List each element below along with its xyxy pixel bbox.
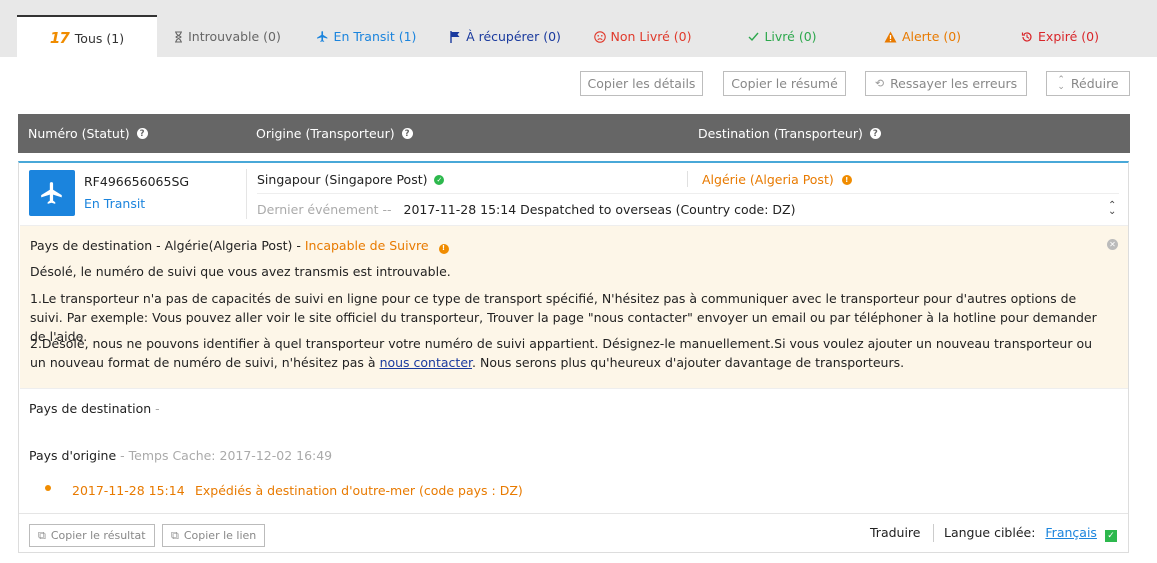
sad-face-icon	[593, 30, 606, 43]
last-event-text: 2017-11-28 15:14 Despatched to overseas …	[403, 202, 796, 217]
tab-expired-label: Expiré (0)	[1038, 29, 1099, 44]
copy-link-label: Copier le lien	[183, 529, 257, 542]
last-event-label: Dernier événement --	[257, 202, 392, 217]
header-destination-label: Destination (Transporteur)	[698, 126, 863, 141]
copy-icon: ⧉	[171, 528, 179, 542]
refresh-icon: ⟲	[874, 77, 885, 90]
tab-undelivered[interactable]: Non Livré (0)	[580, 16, 705, 57]
flag-icon	[450, 30, 461, 43]
destination-country-value: -	[155, 401, 160, 416]
collapse-label: Réduire	[1070, 76, 1119, 91]
event-time: 2017-11-28 15:14	[72, 483, 185, 498]
origin-carrier-label: Singapour (Singapore Post)	[257, 172, 428, 187]
tab-delivered-label: Livré (0)	[764, 29, 817, 44]
divider	[19, 513, 1128, 514]
tracking-alert-box: ✕ Pays de destination - Algérie(Algeria …	[20, 225, 1128, 389]
header-origin-label: Origine (Transporteur)	[256, 126, 395, 141]
target-language-link[interactable]: Français	[1045, 525, 1097, 540]
help-icon[interactable]: ?	[401, 128, 413, 139]
cache-time: - Temps Cache: 2017-12-02 16:49	[120, 448, 333, 463]
divider	[246, 169, 247, 219]
history-icon	[1021, 31, 1033, 43]
origin-carrier: Singapour (Singapore Post) ✓	[257, 172, 445, 187]
alert-title-status: Incapable de Suivre	[304, 238, 429, 253]
destination-country-label: Pays de destination	[29, 401, 152, 416]
destination-carrier[interactable]: Algérie (Algeria Post) !	[702, 172, 852, 187]
target-language-label: Langue ciblée:	[944, 525, 1036, 540]
status-tab-bar: 17 Tous (1) Introuvable (0) En Transit (…	[0, 0, 1157, 59]
copy-result-label: Copier le résultat	[50, 529, 146, 542]
tab-alert[interactable]: Alerte (0)	[870, 16, 975, 57]
shipment-status: En Transit	[84, 196, 146, 211]
collapse-icon: ⌃ ⌄	[1057, 74, 1065, 92]
alert-para2-end: . Nous serons plus qu'heureux d'ajouter …	[472, 355, 905, 370]
tab-not-found-label: Introuvable (0)	[188, 29, 281, 44]
alert-circle-icon: !	[438, 243, 449, 254]
contact-us-link[interactable]: nous contacter	[380, 355, 472, 370]
tab-in-transit[interactable]: En Transit (1)	[302, 16, 430, 57]
target-language: Langue ciblée: Français	[944, 525, 1097, 540]
header-destination: Destination (Transporteur) ?	[698, 114, 881, 153]
expand-toggle-icon[interactable]: ⌃ ⌄	[1108, 201, 1116, 217]
help-icon[interactable]: ?	[136, 128, 148, 139]
header-number-label: Numéro (Statut)	[28, 126, 130, 141]
check-icon	[748, 32, 759, 42]
copy-details-button[interactable]: Copier les détails	[580, 71, 703, 96]
header-number: Numéro (Statut) ?	[28, 114, 148, 153]
copy-result-button[interactable]: ⧉ Copier le résultat	[29, 524, 155, 547]
plane-icon	[316, 30, 329, 43]
shipment-card: RF496656065SG En Transit Singapour (Sing…	[18, 161, 1129, 553]
alert-para2: 2.Désolé, nous ne pouvons identifier à q…	[30, 334, 1110, 372]
copy-icon: ⧉	[38, 528, 46, 542]
destination-carrier-label: Algérie (Algeria Post)	[702, 172, 834, 187]
header-origin: Origine (Transporteur) ?	[256, 114, 413, 153]
retry-errors-label: Ressayer les erreurs	[890, 76, 1018, 91]
tab-all-label: Tous (1)	[74, 30, 125, 46]
status-plane-icon	[29, 170, 75, 216]
checkbox-checked-icon[interactable]: ✓	[1105, 530, 1117, 542]
table-header: Numéro (Statut) ? Origine (Transporteur)…	[18, 114, 1130, 153]
17track-logo-icon: 17	[49, 29, 70, 47]
tab-delivered[interactable]: Livré (0)	[730, 16, 835, 57]
copy-link-button[interactable]: ⧉ Copier le lien	[162, 524, 266, 547]
destination-country-section: Pays de destination -	[29, 401, 160, 416]
tracking-number[interactable]: RF496656065SG	[84, 174, 189, 189]
tab-to-pickup-label: À récupérer (0)	[466, 29, 561, 44]
tab-all[interactable]: 17 Tous (1)	[17, 15, 157, 59]
tab-undelivered-label: Non Livré (0)	[610, 29, 692, 44]
divider	[687, 171, 688, 187]
retry-errors-button[interactable]: ⟲ Ressayer les erreurs	[865, 71, 1027, 96]
copy-summary-button[interactable]: Copier le résumé	[723, 71, 846, 96]
divider	[257, 193, 1119, 194]
origin-country-label: Pays d'origine	[29, 448, 117, 463]
tab-in-transit-label: En Transit (1)	[333, 29, 417, 44]
alert-title: Pays de destination - Algérie(Algeria Po…	[30, 236, 1110, 255]
alert-title-prefix: Pays de destination - Algérie(Algeria Po…	[30, 238, 301, 253]
translate-button[interactable]: Traduire	[870, 525, 920, 540]
tab-not-found[interactable]: Introuvable (0)	[160, 16, 295, 57]
last-event: Dernier événement -- 2017-11-28 15:14 De…	[257, 202, 795, 217]
tab-to-pickup[interactable]: À récupérer (0)	[438, 16, 573, 57]
alert-line1: Désolé, le numéro de suivi que vous avez…	[30, 264, 451, 279]
check-circle-icon: ✓	[434, 174, 445, 185]
divider	[933, 524, 934, 542]
tab-alert-label: Alerte (0)	[901, 29, 962, 44]
event-description: Expédiés à destination d'outre-mer (code…	[195, 483, 523, 498]
origin-country-section: Pays d'origine - Temps Cache: 2017-12-02…	[29, 448, 332, 463]
tab-expired[interactable]: Expiré (0)	[1005, 16, 1115, 57]
warning-icon	[884, 31, 897, 43]
alert-circle-icon: !	[841, 174, 852, 185]
hourglass-icon	[174, 30, 183, 43]
timeline-dot	[45, 485, 51, 491]
collapse-button[interactable]: ⌃ ⌄ Réduire	[1046, 71, 1130, 96]
help-icon[interactable]: ?	[869, 128, 881, 139]
